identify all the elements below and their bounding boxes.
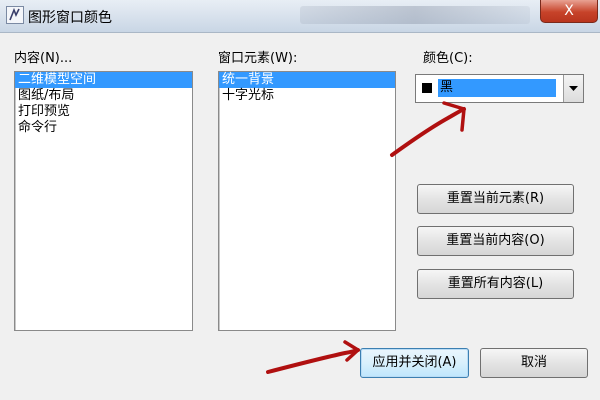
chevron-down-icon bbox=[569, 86, 578, 91]
color-swatch bbox=[422, 83, 432, 93]
restore-current-context-button[interactable]: 重置当前内容(O) bbox=[417, 226, 574, 256]
context-list-item[interactable]: 命令行 bbox=[15, 120, 192, 136]
graphics-window-colors-dialog: 图形窗口颜色 X 内容(N)... 二维模型空间 图纸/布局 打印预览 命令行 窗口元… bbox=[0, 0, 600, 400]
context-listbox[interactable]: 二维模型空间 图纸/布局 打印预览 命令行 bbox=[14, 71, 193, 331]
interface-element-list-item[interactable]: 统一背景 bbox=[219, 72, 395, 88]
window-title: 图形窗口颜色 bbox=[28, 10, 112, 26]
close-button[interactable]: X bbox=[540, 0, 598, 23]
annotation-arrow-color bbox=[390, 107, 466, 157]
color-dropdown-button[interactable] bbox=[563, 75, 583, 102]
color-selected-value: 黑 bbox=[438, 79, 556, 97]
context-list-item[interactable]: 打印预览 bbox=[15, 104, 192, 120]
color-select[interactable]: 黑 bbox=[415, 74, 584, 103]
context-label: 内容(N)... bbox=[14, 51, 73, 66]
cancel-button[interactable]: 取消 bbox=[480, 348, 588, 378]
restore-all-contexts-button[interactable]: 重置所有内容(L) bbox=[417, 269, 574, 299]
title-bar: 图形窗口颜色 X bbox=[0, 0, 600, 33]
restore-current-element-button[interactable]: 重置当前元素(R) bbox=[417, 184, 574, 214]
apply-and-close-button[interactable]: 应用并关闭(A) bbox=[360, 348, 469, 378]
annotation-arrowhead-color bbox=[442, 101, 466, 132]
close-icon: X bbox=[564, 3, 574, 19]
interface-element-label: 窗口元素(W): bbox=[218, 51, 298, 66]
context-list-item[interactable]: 图纸/布局 bbox=[15, 88, 192, 104]
context-list-item[interactable]: 二维模型空间 bbox=[15, 72, 192, 88]
annotation-arrow-apply bbox=[266, 348, 360, 374]
color-label: 颜色(C): bbox=[423, 51, 473, 66]
interface-element-listbox[interactable]: 统一背景 十字光标 bbox=[218, 71, 396, 331]
pen-icon bbox=[6, 6, 24, 24]
interface-element-list-item[interactable]: 十字光标 bbox=[219, 88, 395, 104]
annotation-arrowhead-apply bbox=[343, 340, 360, 362]
blurred-background-title bbox=[300, 6, 530, 24]
